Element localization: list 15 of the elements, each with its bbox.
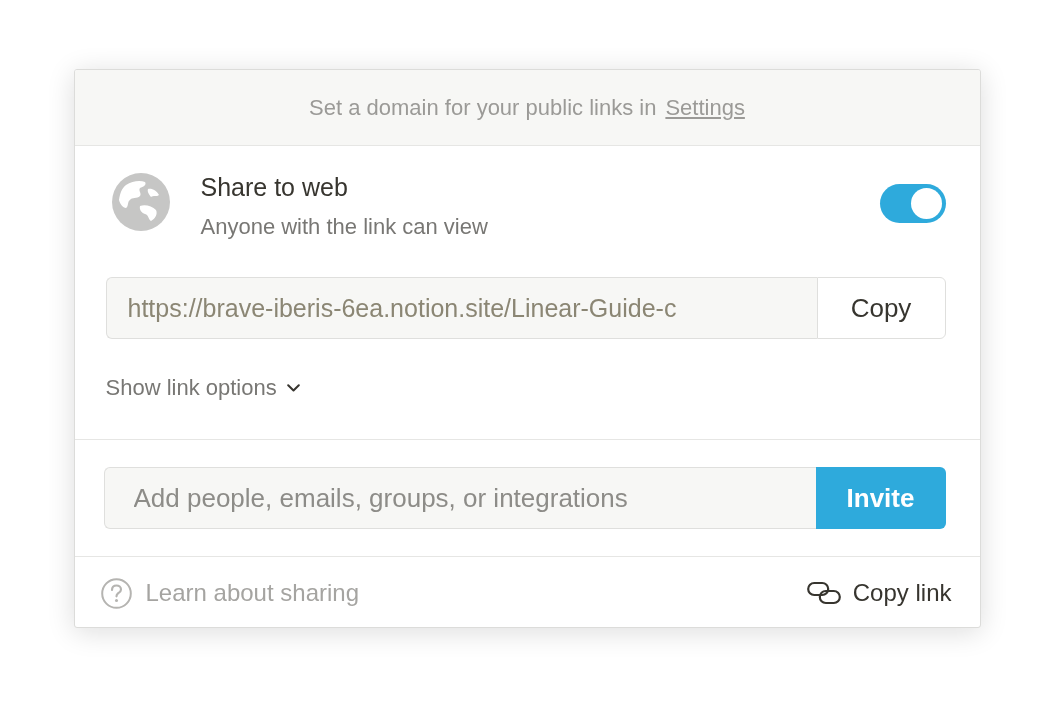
share-toggle[interactable]: [879, 184, 946, 223]
globe-icon: [111, 173, 170, 231]
share-title: Share to web: [200, 172, 348, 202]
share-subtitle: Anyone with the link can view: [200, 213, 488, 241]
copy-link-button[interactable]: Copy link: [806, 579, 952, 607]
help-icon: [100, 577, 132, 609]
link-icon: [806, 580, 841, 606]
copy-button[interactable]: Copy: [816, 277, 946, 339]
banner-text: Set a domain for your public links in: [309, 94, 657, 121]
invite-button[interactable]: Invite: [815, 467, 946, 529]
settings-link[interactable]: Settings: [665, 94, 745, 121]
invite-field[interactable]: Add people, emails, groups, or integrations: [103, 467, 816, 529]
url-field[interactable]: https://brave-iberis-6ea.notion.site/Linear-Guide-c: [105, 277, 817, 339]
link-options-toggle[interactable]: Show link options: [105, 373, 300, 403]
learn-sharing-link[interactable]: Learn about sharing: [100, 577, 359, 609]
